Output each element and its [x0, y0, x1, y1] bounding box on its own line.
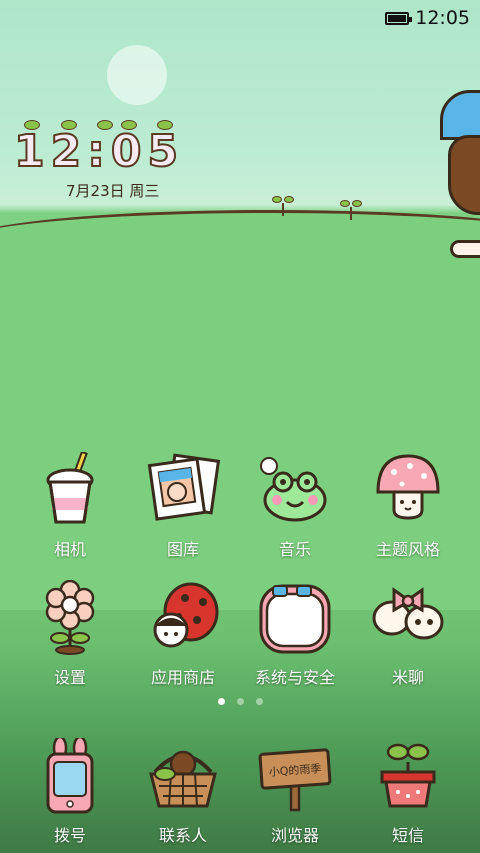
- app-label: 浏览器: [270, 826, 319, 845]
- clock-digit: 2: [50, 120, 82, 177]
- battery-full-icon: [385, 11, 413, 25]
- app-messages[interactable]: 短信: [358, 738, 458, 846]
- page-dot[interactable]: [255, 698, 263, 705]
- sprout-decoration: [340, 200, 362, 220]
- app-label: 相机: [53, 540, 86, 559]
- app-gallery[interactable]: 图库: [133, 452, 233, 560]
- clock-digit: 5: [146, 120, 179, 177]
- clock-digit: 0: [110, 120, 142, 177]
- status-time: 12:05: [415, 7, 470, 29]
- app-contacts[interactable]: 联系人: [133, 738, 233, 846]
- app-label: 系统与安全: [254, 668, 335, 687]
- app-label: 拨号: [53, 826, 86, 845]
- clock-time: 1 2 : 0 5: [13, 118, 224, 177]
- theme-mushroom-icon: [370, 452, 446, 528]
- app-settings[interactable]: 设置: [20, 579, 120, 688]
- girl-character: [428, 80, 480, 270]
- app-music[interactable]: 音乐: [245, 452, 345, 560]
- app-store[interactable]: 应用商店: [133, 580, 233, 688]
- miliao-bow-icon: [370, 580, 446, 656]
- app-camera[interactable]: 相机: [20, 450, 120, 560]
- sprout-decoration: [272, 196, 294, 216]
- home-screen: 12:05 1 2 : 0 5 7月23日 周三 相机 图库 音乐 主题风格 设…: [0, 0, 480, 853]
- messages-plant-icon: [370, 738, 446, 814]
- clock-date: 7月23日 周三: [66, 182, 160, 200]
- girl-arm: [450, 240, 480, 258]
- page-dot-active[interactable]: [217, 698, 225, 705]
- clock-colon: :: [86, 120, 113, 177]
- settings-flower-icon: [32, 579, 108, 656]
- app-miliao[interactable]: 米聊: [358, 580, 458, 688]
- app-label: 设置: [53, 668, 86, 687]
- page-dot[interactable]: [236, 698, 244, 705]
- app-label: 音乐: [278, 540, 311, 559]
- clock-digit: 1: [13, 120, 46, 177]
- phone-bunny-icon: [32, 735, 108, 814]
- app-label: 主题风格: [375, 540, 440, 559]
- page-indicator[interactable]: [0, 698, 480, 705]
- app-label: 图库: [166, 540, 199, 559]
- app-label: 短信: [391, 826, 424, 845]
- contacts-basket-icon: [145, 738, 221, 814]
- security-tv-icon: [257, 580, 333, 656]
- app-dialer[interactable]: 拨号: [20, 735, 120, 846]
- clock-widget[interactable]: 1 2 : 0 5 7月23日 周三: [13, 118, 224, 200]
- music-frog-icon: [257, 452, 333, 528]
- blue-hat: [440, 90, 480, 140]
- girl-hair: [448, 135, 480, 215]
- app-browser[interactable]: 小Q的雨季 浏览器: [245, 738, 345, 846]
- browser-sign-icon: 小Q的雨季: [257, 738, 333, 814]
- app-label: 米聊: [391, 668, 424, 687]
- app-label: 联系人: [158, 826, 207, 845]
- sun-decoration: [107, 45, 167, 105]
- app-store-ladybug-icon: [145, 580, 221, 656]
- camera-cup-icon: [32, 450, 108, 528]
- app-label: 应用商店: [150, 668, 215, 687]
- gallery-photos-icon: [145, 452, 221, 528]
- app-theme[interactable]: 主题风格: [358, 452, 458, 560]
- status-bar: 12:05: [0, 0, 480, 36]
- app-security[interactable]: 系统与安全: [245, 580, 345, 688]
